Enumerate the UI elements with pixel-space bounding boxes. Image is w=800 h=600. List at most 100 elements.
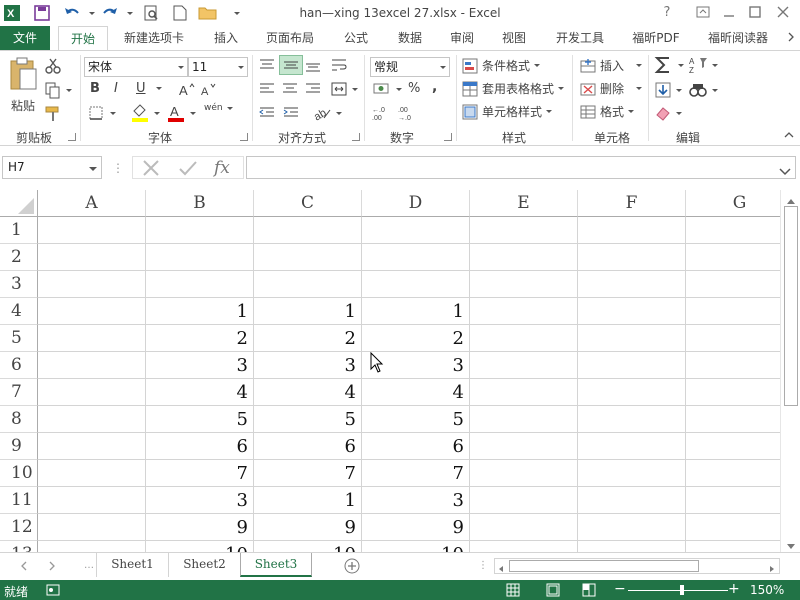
zoom-slider-track[interactable] bbox=[628, 590, 728, 591]
new-sheet-icon[interactable] bbox=[344, 558, 360, 577]
cell-E8[interactable] bbox=[470, 406, 578, 433]
number-launcher-icon[interactable] bbox=[444, 133, 452, 141]
cell-A13[interactable] bbox=[38, 541, 146, 552]
cell-E7[interactable] bbox=[470, 379, 578, 406]
select-all-corner[interactable] bbox=[0, 190, 38, 217]
cell-E10[interactable] bbox=[470, 460, 578, 487]
zoom-level[interactable]: 150% bbox=[750, 583, 784, 597]
cell-C1[interactable] bbox=[254, 217, 362, 244]
cell-F13[interactable] bbox=[578, 541, 686, 552]
font-size-select[interactable]: 11 bbox=[188, 57, 248, 77]
cell-C10[interactable]: 7 bbox=[254, 460, 362, 487]
decrease-decimal-icon[interactable]: .00 →.0 bbox=[398, 105, 418, 121]
underline-button[interactable]: U bbox=[136, 81, 146, 96]
cell-C2[interactable] bbox=[254, 244, 362, 271]
cell-C13[interactable]: 10 bbox=[254, 541, 362, 552]
cell-D7[interactable]: 4 bbox=[362, 379, 470, 406]
cell-A1[interactable] bbox=[38, 217, 146, 244]
cell-A4[interactable] bbox=[38, 298, 146, 325]
cell-G9[interactable] bbox=[686, 433, 780, 460]
cell-B7[interactable]: 4 bbox=[146, 379, 254, 406]
tab-view[interactable]: 视图 bbox=[492, 26, 536, 50]
insert-function-button[interactable]: fx bbox=[214, 158, 230, 178]
expand-formula-icon[interactable] bbox=[779, 165, 791, 179]
cell-F11[interactable] bbox=[578, 487, 686, 514]
row-header[interactable]: 1 bbox=[0, 217, 38, 244]
column-header[interactable]: B bbox=[146, 190, 254, 217]
align-middle-icon[interactable] bbox=[279, 55, 303, 75]
conditional-format-button[interactable]: 条件格式 bbox=[462, 57, 541, 74]
vertical-scroll-thumb[interactable] bbox=[784, 206, 798, 406]
italic-button[interactable]: I bbox=[114, 81, 118, 96]
number-format-select[interactable]: 常规 bbox=[370, 57, 450, 77]
decrease-indent-icon[interactable] bbox=[258, 105, 276, 121]
tab-new-tab[interactable]: 新建选项卡 bbox=[114, 26, 194, 50]
cell-C7[interactable]: 4 bbox=[254, 379, 362, 406]
cell-D11[interactable]: 3 bbox=[362, 487, 470, 514]
cell-A8[interactable] bbox=[38, 406, 146, 433]
cell-D1[interactable] bbox=[362, 217, 470, 244]
bold-button[interactable]: B bbox=[90, 81, 100, 96]
cell-A2[interactable] bbox=[38, 244, 146, 271]
row-header[interactable]: 9 bbox=[0, 433, 38, 460]
format-painter-icon[interactable] bbox=[44, 105, 62, 123]
cell-F12[interactable] bbox=[578, 514, 686, 541]
cell-G1[interactable] bbox=[686, 217, 780, 244]
column-header[interactable]: E bbox=[470, 190, 578, 217]
cell-G12[interactable] bbox=[686, 514, 780, 541]
cell-C12[interactable]: 9 bbox=[254, 514, 362, 541]
cell-G10[interactable] bbox=[686, 460, 780, 487]
tab-data[interactable]: 数据 bbox=[386, 26, 434, 50]
increase-indent-icon[interactable] bbox=[282, 105, 300, 121]
cell-F5[interactable] bbox=[578, 325, 686, 352]
row-header[interactable]: 4 bbox=[0, 298, 38, 325]
row-header[interactable]: 12 bbox=[0, 514, 38, 541]
name-box[interactable]: H7 bbox=[2, 156, 102, 179]
scroll-right-icon[interactable] bbox=[768, 562, 776, 576]
tab-developer[interactable]: 开发工具 bbox=[548, 26, 612, 50]
comma-button[interactable]: , bbox=[432, 79, 437, 95]
find-select-icon[interactable] bbox=[688, 81, 718, 99]
tab-formulas[interactable]: 公式 bbox=[332, 26, 380, 50]
cell-A9[interactable] bbox=[38, 433, 146, 460]
align-left-icon[interactable] bbox=[258, 81, 276, 97]
accounting-format-icon[interactable] bbox=[372, 81, 402, 97]
zoom-out-button[interactable]: − bbox=[614, 581, 626, 597]
cell-G3[interactable] bbox=[686, 271, 780, 298]
cell-F8[interactable] bbox=[578, 406, 686, 433]
cell-G4[interactable] bbox=[686, 298, 780, 325]
cell-D5[interactable]: 2 bbox=[362, 325, 470, 352]
column-header[interactable]: F bbox=[578, 190, 686, 217]
format-cells-button[interactable]: 格式 bbox=[580, 103, 635, 120]
format-as-table-button[interactable]: 套用表格格式 bbox=[462, 80, 565, 97]
cell-C4[interactable]: 1 bbox=[254, 298, 362, 325]
cell-B11[interactable]: 3 bbox=[146, 487, 254, 514]
paste-button[interactable]: 粘贴 bbox=[6, 57, 40, 127]
cell-E11[interactable] bbox=[470, 487, 578, 514]
cell-A5[interactable] bbox=[38, 325, 146, 352]
cell-B12[interactable]: 9 bbox=[146, 514, 254, 541]
cell-D12[interactable]: 9 bbox=[362, 514, 470, 541]
cell-D9[interactable]: 6 bbox=[362, 433, 470, 460]
cell-F7[interactable] bbox=[578, 379, 686, 406]
cell-E12[interactable] bbox=[470, 514, 578, 541]
row-header[interactable]: 2 bbox=[0, 244, 38, 271]
orientation-icon[interactable]: ab bbox=[312, 105, 342, 121]
phonetic-guide-button[interactable]: wén bbox=[204, 103, 233, 113]
cell-A10[interactable] bbox=[38, 460, 146, 487]
horizontal-scroll-thumb[interactable] bbox=[509, 560, 699, 572]
tab-page-layout[interactable]: 页面布局 bbox=[258, 26, 322, 50]
collapse-ribbon-icon[interactable] bbox=[784, 131, 794, 139]
cell-B5[interactable]: 2 bbox=[146, 325, 254, 352]
row-header[interactable]: 11 bbox=[0, 487, 38, 514]
increase-decimal-icon[interactable]: ←.0.00 bbox=[372, 105, 392, 121]
align-right-icon[interactable] bbox=[304, 81, 322, 97]
help-button[interactable]: ? bbox=[656, 2, 678, 22]
cell-C6[interactable]: 3 bbox=[254, 352, 362, 379]
row-header[interactable]: 10 bbox=[0, 460, 38, 487]
align-bottom-icon[interactable] bbox=[304, 57, 322, 73]
column-header[interactable]: G bbox=[686, 190, 780, 217]
formula-input[interactable] bbox=[246, 156, 796, 179]
cell-A11[interactable] bbox=[38, 487, 146, 514]
row-header[interactable]: 7 bbox=[0, 379, 38, 406]
